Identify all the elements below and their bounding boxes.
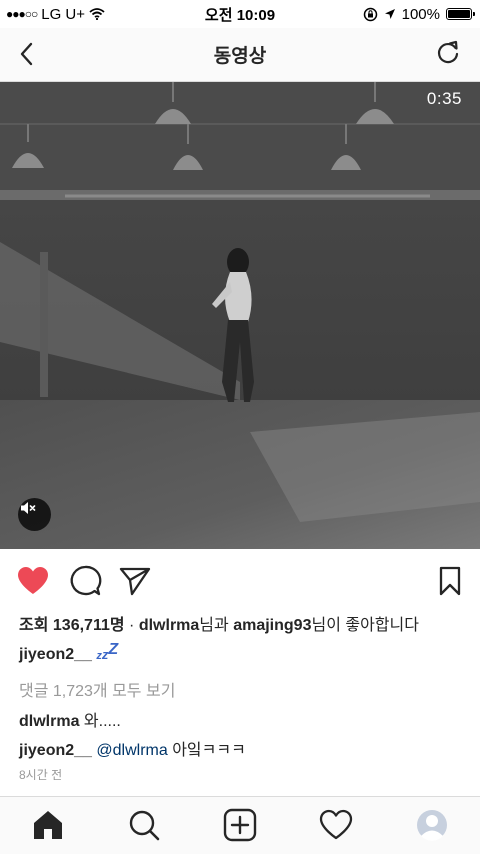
views-likes-line: 조회 136,711명 · dlwlrma님과 amajing93님이 좋아합니… [19, 611, 419, 635]
page-title: 동영상 [213, 46, 267, 67]
signal-strength-icon: ●●●○○ [6, 7, 38, 21]
orientation-lock-icon [363, 7, 377, 21]
search-icon[interactable] [126, 807, 162, 843]
liker-suffix: 님이 좋아합니다 [311, 617, 419, 634]
home-icon[interactable] [30, 807, 66, 843]
comment-bubble-icon[interactable] [68, 564, 102, 598]
add-post-icon[interactable] [222, 807, 258, 843]
activity-heart-icon[interactable] [318, 807, 354, 843]
sleeping-emoji-icon: zzZ [96, 641, 119, 662]
caption-line: jiyeon2__ zzZ [19, 641, 119, 664]
refresh-icon[interactable] [434, 39, 462, 67]
comment-username[interactable]: dlwlrma [19, 713, 79, 730]
comment-text: 아잌ㅋㅋㅋ [172, 742, 246, 759]
post-timestamp: 8시간 전 [19, 768, 63, 782]
speaker-muted-icon [21, 502, 36, 514]
views-label: 조회 [19, 617, 49, 634]
video-timer: 0:35 [426, 89, 462, 108]
wifi-icon [89, 8, 105, 20]
liker-username[interactable]: amajing93 [233, 617, 311, 634]
paper-plane-icon[interactable] [118, 564, 152, 598]
nav-bar: 동영상 [0, 28, 480, 82]
chevron-left-icon[interactable] [14, 40, 42, 68]
battery-percent: 100% [401, 5, 440, 23]
view-all-comments-link[interactable]: 댓글 1,723개 모두 보기 [19, 677, 175, 701]
mute-button[interactable] [18, 498, 51, 531]
comment-text: 와..... [83, 713, 121, 730]
views-count[interactable]: 136,711명 [53, 617, 125, 634]
heart-filled-icon[interactable] [16, 564, 50, 598]
video-player[interactable]: 0:35 [0, 82, 480, 549]
author-username[interactable]: jiyeon2__ [19, 646, 92, 663]
carrier-name: LG U+ [41, 5, 86, 23]
comment-row: dlwlrma 와..... [19, 707, 121, 731]
status-left: ●●●○○ LG U+ [6, 6, 105, 23]
battery-icon [446, 8, 475, 20]
comment-username[interactable]: jiyeon2__ [19, 742, 92, 759]
comment-mention[interactable]: @dlwlrma [96, 742, 167, 759]
liker-suffix: 님과 [199, 617, 229, 634]
bookmark-icon[interactable] [433, 564, 467, 598]
status-right: 100% [363, 5, 475, 23]
separator: · [129, 617, 135, 634]
tab-bar [0, 796, 480, 854]
location-arrow-icon [384, 9, 395, 19]
post-actions [0, 560, 480, 604]
liker-username[interactable]: dlwlrma [139, 617, 199, 634]
status-bar: ●●●○○ LG U+ 오전 10:09 100% [0, 0, 480, 28]
comment-row: jiyeon2__ @dlwlrma 아잌ㅋㅋㅋ [19, 736, 246, 760]
profile-avatar-icon[interactable] [414, 807, 450, 843]
video-frame [0, 82, 480, 549]
